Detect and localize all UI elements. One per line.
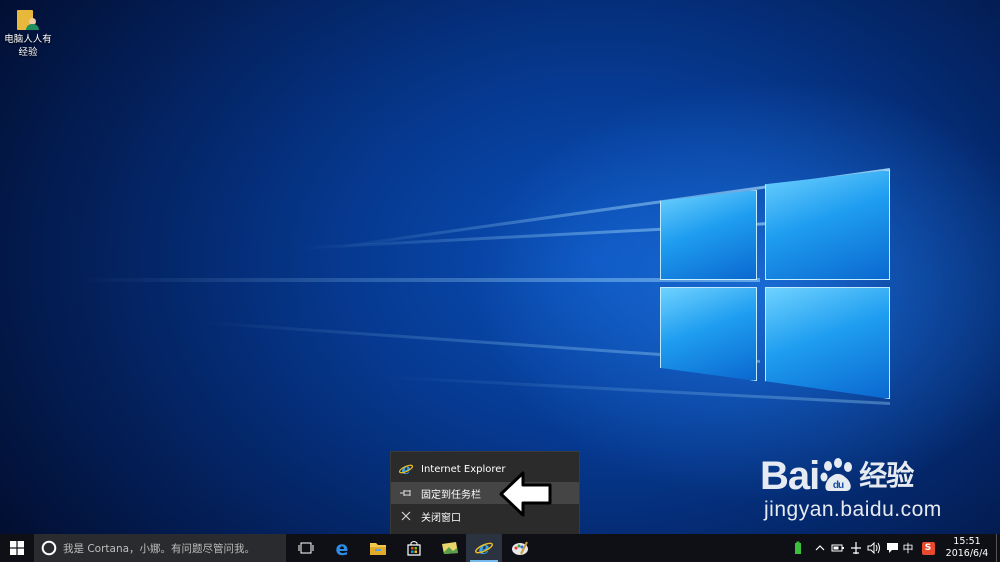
- logo-pane: [765, 287, 890, 399]
- ie-icon: e: [475, 539, 493, 557]
- airplane-mode-button[interactable]: [848, 534, 864, 562]
- folder-icon: [370, 542, 386, 555]
- paw-icon: du: [820, 458, 853, 491]
- chevron-up-icon: [815, 545, 825, 551]
- clock-time: 15:51: [953, 536, 981, 547]
- sogou-ime-icon: S: [921, 541, 935, 555]
- pin-icon: [391, 488, 421, 498]
- ie-icon: e: [391, 462, 421, 476]
- logo-pane: [660, 190, 757, 280]
- baidu-watermark: Bai du 经验 jingyan.baidu.com: [760, 454, 990, 522]
- search-placeholder: 我是 Cortana，小娜。有问题尽管问我。: [63, 542, 256, 555]
- taskbar-app-edge[interactable]: e: [324, 534, 360, 562]
- cortana-search-box[interactable]: 我是 Cortana，小娜。有问题尽管问我。: [34, 534, 286, 562]
- ime-language-button[interactable]: 中: [900, 534, 916, 562]
- edge-icon: e: [336, 539, 349, 557]
- menu-item-label: Internet Explorer: [421, 463, 506, 475]
- light-beam: [80, 278, 760, 282]
- task-view-icon: [298, 542, 314, 554]
- logo-pane: [660, 287, 757, 381]
- taskbar-clock[interactable]: 15:51 2016/6/4: [942, 536, 992, 560]
- photos-icon: [442, 542, 458, 554]
- airplane-icon: [851, 542, 861, 554]
- watermark-brand: Bai: [760, 454, 820, 498]
- watermark-brand-suffix: 经验: [859, 460, 914, 491]
- taskbar-app-internet-explorer[interactable]: e: [466, 534, 502, 562]
- ime-app-button[interactable]: S: [920, 534, 936, 562]
- taskbar-app-paint[interactable]: [502, 534, 538, 562]
- taskbar-app-store[interactable]: [396, 534, 432, 562]
- desktop-icon-label: 电脑人人有: [4, 34, 52, 45]
- paint-icon: [512, 541, 528, 555]
- notification-icon: [886, 543, 898, 553]
- desktop-icon-folder[interactable]: 电脑人人有 经验: [2, 8, 54, 59]
- ime-app-label: S: [924, 542, 932, 553]
- power-tray-button[interactable]: [830, 534, 846, 562]
- volume-button[interactable]: [866, 534, 882, 562]
- menu-item-label: 固定到任务栏: [421, 489, 481, 501]
- battery-icon: [795, 541, 801, 554]
- speaker-icon: [867, 542, 880, 554]
- start-button[interactable]: [0, 534, 34, 562]
- battery-app-tray-icon[interactable]: [790, 534, 806, 562]
- show-desktop-button[interactable]: [996, 534, 1000, 562]
- clock-date: 2016/6/4: [945, 548, 989, 559]
- action-center-button[interactable]: [884, 534, 900, 562]
- user-folder-icon: [17, 8, 39, 30]
- cortana-icon: [41, 540, 57, 556]
- store-icon: [407, 541, 421, 556]
- ime-label: 中: [902, 542, 914, 555]
- windows-logo-icon: [10, 541, 24, 555]
- taskbar: 我是 Cortana，小娜。有问题尽管问我。 e e 中 S 15:51 201…: [0, 534, 1000, 562]
- desktop-wallpaper: 电脑人人有 经验 Bai du 经验 jingyan.baidu.com e I…: [0, 0, 1000, 534]
- svg-text:e: e: [336, 539, 349, 557]
- power-icon: [831, 544, 844, 552]
- show-hidden-icons-button[interactable]: [812, 534, 828, 562]
- svg-text:du: du: [833, 480, 844, 491]
- menu-item-label: 关闭窗口: [421, 512, 461, 524]
- close-icon: [391, 511, 421, 521]
- taskbar-app-file-explorer[interactable]: [360, 534, 396, 562]
- svg-text:e: e: [402, 462, 411, 476]
- logo-pane: [765, 170, 890, 280]
- svg-text:e: e: [479, 539, 490, 557]
- annotation-arrow-icon: [499, 471, 552, 517]
- task-view-button[interactable]: [288, 534, 324, 562]
- taskbar-app-photos[interactable]: [432, 534, 468, 562]
- desktop-icon-label: 经验: [18, 47, 38, 58]
- watermark-url: jingyan.baidu.com: [764, 498, 942, 521]
